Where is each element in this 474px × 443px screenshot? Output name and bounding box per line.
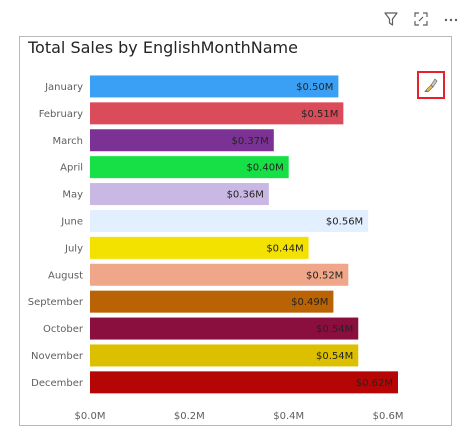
category-label: March <box>53 136 83 147</box>
data-label: $0.56M <box>326 216 363 227</box>
data-label: $0.54M <box>316 324 353 335</box>
category-label: October <box>43 324 84 335</box>
data-label: $0.36M <box>227 190 264 201</box>
x-tick-label: $0.0M <box>75 411 106 422</box>
category-label: January <box>44 82 83 93</box>
data-label: $0.40M <box>246 163 283 174</box>
data-label: $0.49M <box>291 297 328 308</box>
focus-mode-icon[interactable] <box>412 10 430 28</box>
format-visual-button[interactable] <box>417 71 445 99</box>
data-label: $0.52M <box>306 270 343 281</box>
visual-header-toolbar <box>382 10 460 28</box>
data-label: $0.62M <box>356 378 393 389</box>
category-label: April <box>60 163 83 174</box>
category-label: July <box>64 243 83 254</box>
category-label: June <box>60 216 83 227</box>
category-label: August <box>48 270 83 281</box>
bar-december[interactable] <box>90 371 398 394</box>
category-label: December <box>31 378 84 389</box>
bar-chart-visual[interactable]: Total Sales by EnglishMonthName January $… <box>19 36 452 426</box>
category-label: May <box>62 190 83 201</box>
x-tick-label: $0.4M <box>273 411 304 422</box>
category-label: November <box>31 351 84 362</box>
bar-chart: January $0.50M February $0.51M March $0.37M Ap… <box>28 75 404 422</box>
more-options-icon[interactable] <box>442 10 460 28</box>
category-label: February <box>39 109 83 120</box>
data-label: $0.50M <box>296 82 333 93</box>
x-tick-label: $0.2M <box>174 411 205 422</box>
paintbrush-icon <box>424 78 438 93</box>
filter-icon[interactable] <box>382 10 400 28</box>
data-label: $0.54M <box>316 351 353 362</box>
data-label: $0.44M <box>266 243 303 254</box>
data-label: $0.51M <box>301 109 338 120</box>
data-label: $0.37M <box>232 136 269 147</box>
x-tick-label: $0.6M <box>373 411 404 422</box>
category-label: September <box>28 297 84 308</box>
